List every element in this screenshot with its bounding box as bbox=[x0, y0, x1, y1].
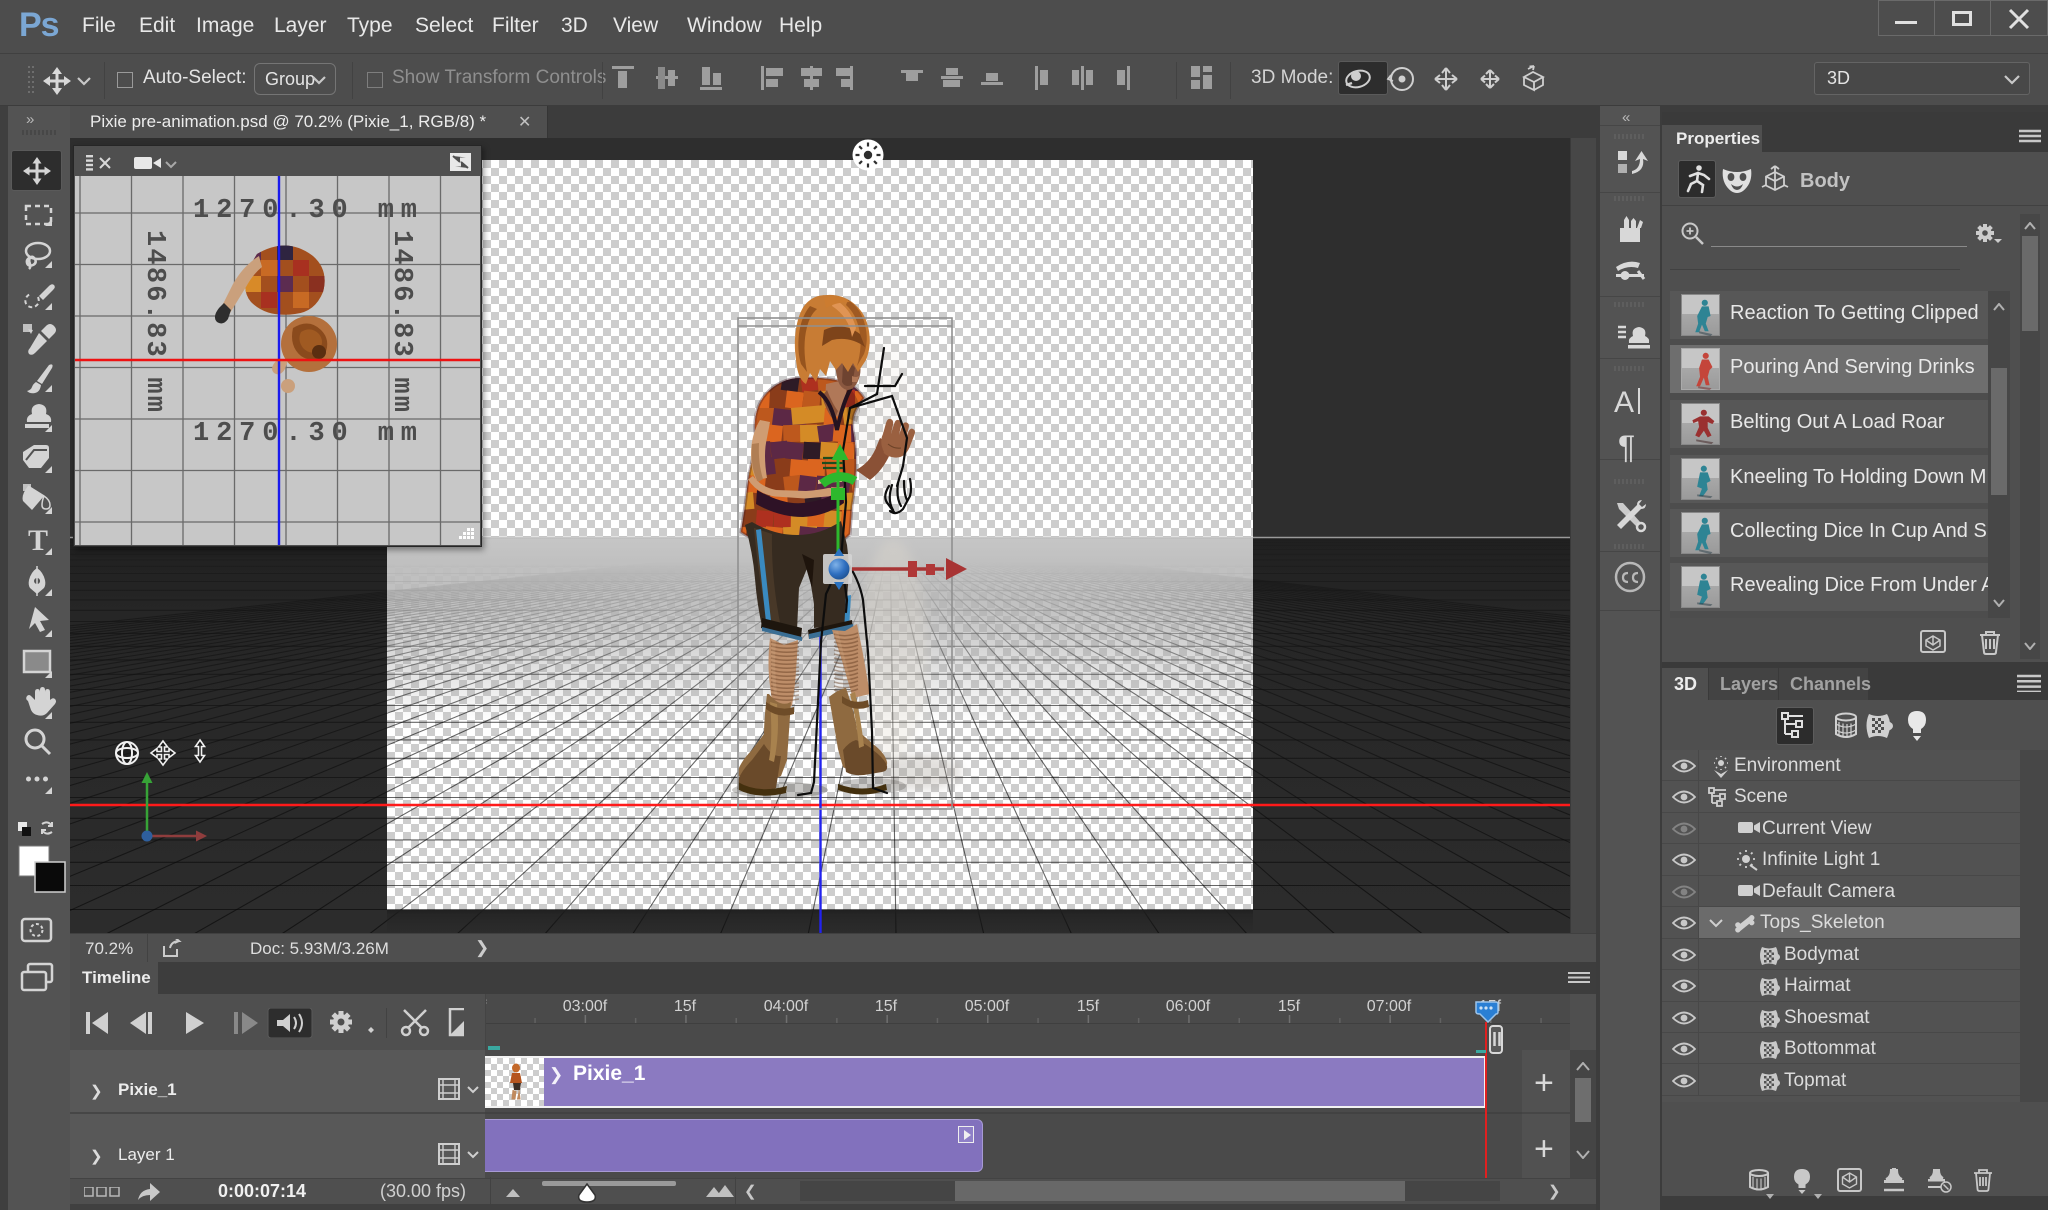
svg-text:1270.30 mm: 1270.30 mm bbox=[193, 419, 417, 449]
svg-text:1270.30 mm: 1270.30 mm bbox=[193, 196, 417, 226]
svg-text:T: T bbox=[28, 524, 48, 557]
svg-text:¶: ¶ bbox=[1618, 429, 1635, 465]
svg-text:1486.83 mm: 1486.83 mm bbox=[386, 230, 416, 412]
svg-text:1486.83 mm: 1486.83 mm bbox=[139, 230, 169, 412]
svg-text:A: A bbox=[1614, 386, 1634, 419]
